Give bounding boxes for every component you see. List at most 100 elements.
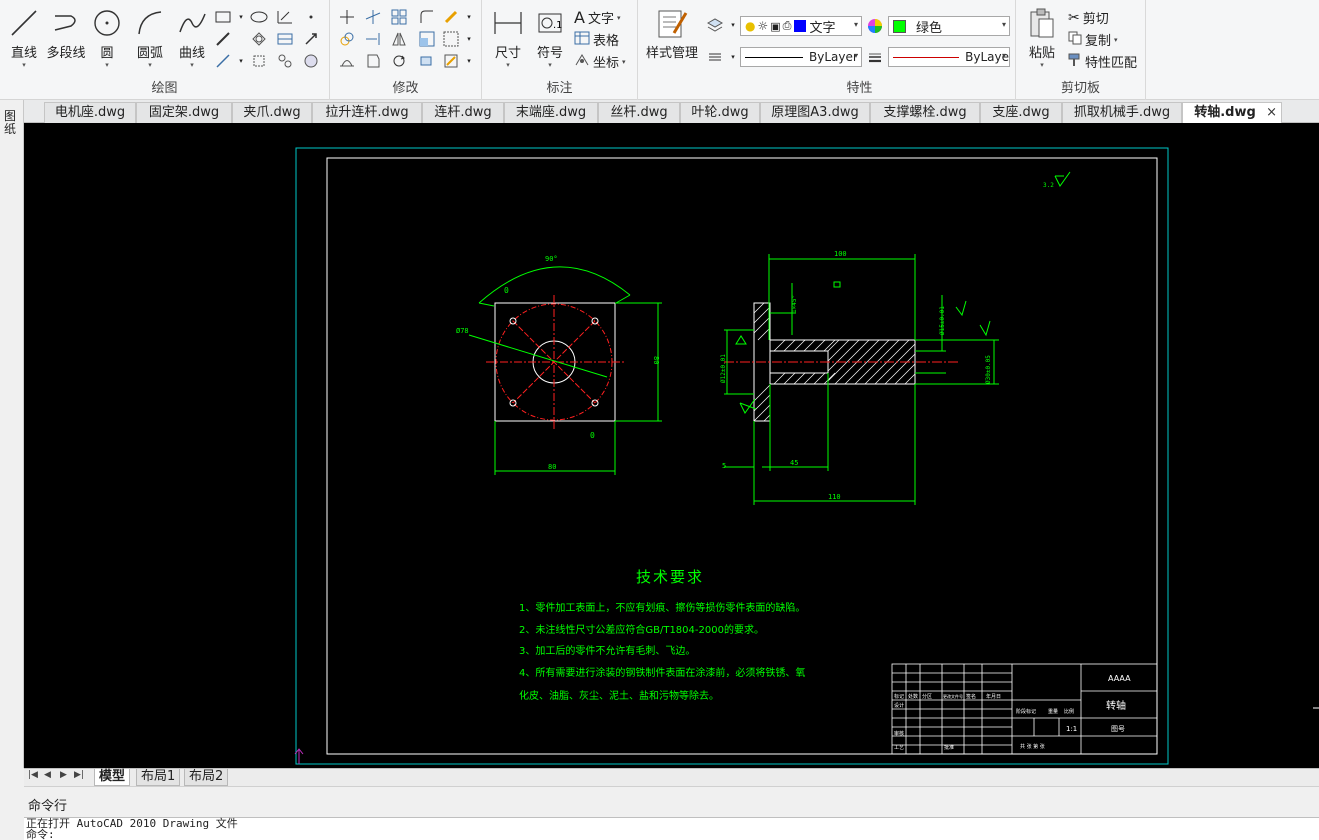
- offset-icon[interactable]: [364, 52, 382, 70]
- arrow-pick-icon[interactable]: [302, 30, 320, 48]
- cut-tool[interactable]: ✂ 剪切: [1068, 8, 1109, 28]
- trim-icon[interactable]: [364, 8, 382, 26]
- erase-icon[interactable]: [442, 8, 460, 26]
- dimension-tool[interactable]: 尺寸 ▾: [490, 6, 526, 69]
- svg-text:3.2: 3.2: [1043, 182, 1054, 189]
- linetype-list-icon[interactable]: [706, 48, 724, 66]
- extend-icon[interactable]: [364, 30, 382, 48]
- doc-tab[interactable]: 原理图A3.dwg: [760, 102, 870, 123]
- svg-text:Ø12±0.01: Ø12±0.01: [720, 354, 727, 383]
- rect-dropdown-icon[interactable]: ▾: [232, 8, 250, 26]
- drawing-canvas[interactable]: 3.2 90° 0 Ø78 0 80 80 100 110 45 5 Ø12±0…: [24, 123, 1319, 768]
- stretch-icon[interactable]: [338, 52, 356, 70]
- close-tab-icon[interactable]: ×: [1266, 103, 1277, 123]
- table-tool[interactable]: 表格: [574, 30, 619, 49]
- color-combo[interactable]: 绿色 ▾: [888, 16, 1010, 36]
- tab-layout2[interactable]: 布局2: [184, 769, 229, 786]
- doc-tab[interactable]: 抓取机械手.dwg: [1062, 102, 1182, 123]
- lineweight-combo[interactable]: ByLaye ▾: [888, 47, 1010, 67]
- props-dropdown-icon[interactable]: ▾: [460, 52, 478, 70]
- region-icon[interactable]: [250, 30, 268, 48]
- arc-tool[interactable]: 圆弧 ▾: [130, 6, 170, 69]
- paste-icon: [1025, 6, 1059, 40]
- prev-layout-icon[interactable]: ◀: [44, 770, 51, 780]
- polyline-tool[interactable]: 多段线: [44, 6, 88, 61]
- doc-tab[interactable]: 叶轮.dwg: [680, 102, 760, 123]
- modify-panel-title: 修改: [392, 81, 419, 96]
- svg-text:Ø78: Ø78: [456, 327, 469, 335]
- last-layout-icon[interactable]: ▶|: [74, 770, 84, 780]
- revcloud-icon[interactable]: [276, 52, 294, 70]
- copy-obj-icon[interactable]: [338, 30, 356, 48]
- array-icon[interactable]: [390, 8, 408, 26]
- mirror-icon[interactable]: [390, 30, 408, 48]
- match-properties-tool[interactable]: 特性匹配: [1068, 52, 1137, 71]
- command-history-line: 正在打开 AutoCAD 2010 Drawing 文件: [26, 817, 238, 830]
- layer-combo[interactable]: ● ☼ ▣ ⎙ 文字 ▾: [740, 16, 862, 36]
- fillet-icon[interactable]: [418, 8, 436, 26]
- svg-text:分区: 分区: [922, 693, 932, 700]
- scale-icon[interactable]: [418, 30, 436, 48]
- linetype-sample: [745, 56, 803, 58]
- tech-req-line: 化皮、油脂、灰尘、泥土、盐和污物等除去。: [519, 689, 719, 702]
- svg-text:80: 80: [652, 356, 660, 364]
- doc-tab[interactable]: 连杆.dwg: [422, 102, 504, 123]
- doc-tab[interactable]: 丝杆.dwg: [598, 102, 680, 123]
- style-manager-tool[interactable]: 样式管理: [642, 6, 702, 61]
- tech-title: 技术要求: [636, 568, 704, 586]
- layer-props-icon[interactable]: [706, 16, 724, 34]
- command-line[interactable]: 正在打开 AutoCAD 2010 Drawing 文件 命令:: [24, 817, 1319, 840]
- line-tool[interactable]: 直线 ▾: [6, 6, 42, 69]
- explode-icon[interactable]: [418, 52, 436, 70]
- erase-dropdown-icon[interactable]: ▾: [460, 8, 478, 26]
- move-icon[interactable]: [338, 8, 356, 26]
- color-wheel-icon[interactable]: [866, 17, 884, 35]
- ray-icon[interactable]: [214, 52, 232, 70]
- linetype-combo[interactable]: ByLayer ▾: [740, 47, 862, 67]
- select-dropdown-icon[interactable]: ▾: [460, 30, 478, 48]
- symbol-tool[interactable]: .1 符号 ▾: [532, 6, 568, 69]
- doc-tab[interactable]: 夹爪.dwg: [232, 102, 312, 123]
- lineweight-icon[interactable]: [866, 48, 884, 66]
- doc-tab[interactable]: 支座.dwg: [980, 102, 1062, 123]
- doc-tab[interactable]: 拉升连杆.dwg: [312, 102, 422, 123]
- wipeout-icon[interactable]: [302, 52, 320, 70]
- copy-tool[interactable]: 复制 ▾: [1068, 30, 1118, 49]
- scissors-icon: ✂: [1068, 9, 1080, 26]
- printer-icon: ⎙: [782, 19, 792, 32]
- tab-layout1[interactable]: 布局1: [136, 769, 181, 786]
- paste-tool[interactable]: 粘贴 ▾: [1022, 6, 1062, 69]
- construction-line-icon[interactable]: [214, 30, 232, 48]
- svg-text:设计: 设计: [894, 702, 904, 709]
- hatch-icon[interactable]: [276, 8, 294, 26]
- rect-select-icon[interactable]: [442, 30, 460, 48]
- table-draw-icon[interactable]: [276, 30, 294, 48]
- properties-edit-icon[interactable]: [442, 52, 460, 70]
- sheet-set-strip[interactable]: 图纸: [0, 100, 24, 768]
- ray-dropdown-icon[interactable]: ▾: [232, 52, 250, 70]
- doc-tab-active[interactable]: 转轴.dwg ×: [1182, 102, 1282, 123]
- svg-text:更改文件号: 更改文件号: [943, 693, 963, 699]
- coordinate-tool[interactable]: 坐标 ▾: [574, 52, 626, 71]
- next-layout-icon[interactable]: ▶: [60, 770, 67, 780]
- text-tool[interactable]: A 文字 ▾: [574, 8, 620, 27]
- doc-tab[interactable]: 电机座.dwg: [44, 102, 136, 123]
- layer-caret-icon: ▾: [853, 20, 858, 29]
- draw-panel: 直线 ▾ 多段线 圆 ▾ 圆弧 ▾ 曲线 ▾ ▾ ▾ 绘图: [0, 0, 330, 100]
- doc-tab[interactable]: 支撑螺栓.dwg: [870, 102, 980, 123]
- first-layout-icon[interactable]: |◀: [28, 770, 38, 780]
- rotate-icon[interactable]: [390, 52, 408, 70]
- circle-tool[interactable]: 圆 ▾: [90, 6, 124, 69]
- document-tabbar: 电机座.dwg 固定架.dwg 夹爪.dwg 拉升连杆.dwg 连杆.dwg 末…: [0, 100, 1319, 123]
- doc-tab[interactable]: 固定架.dwg: [136, 102, 232, 123]
- boundary-icon[interactable]: [250, 52, 268, 70]
- command-prompt[interactable]: 命令:: [24, 829, 1319, 840]
- ellipse-icon[interactable]: [250, 8, 268, 26]
- point-icon[interactable]: [302, 8, 320, 26]
- rectangle-icon[interactable]: [214, 8, 232, 26]
- svg-text:重量: 重量: [1048, 708, 1058, 715]
- copy-icon: [1068, 31, 1082, 49]
- doc-tab[interactable]: 末端座.dwg: [504, 102, 598, 123]
- tab-model[interactable]: 模型: [94, 769, 131, 786]
- curve-tool[interactable]: 曲线 ▾: [172, 6, 212, 69]
